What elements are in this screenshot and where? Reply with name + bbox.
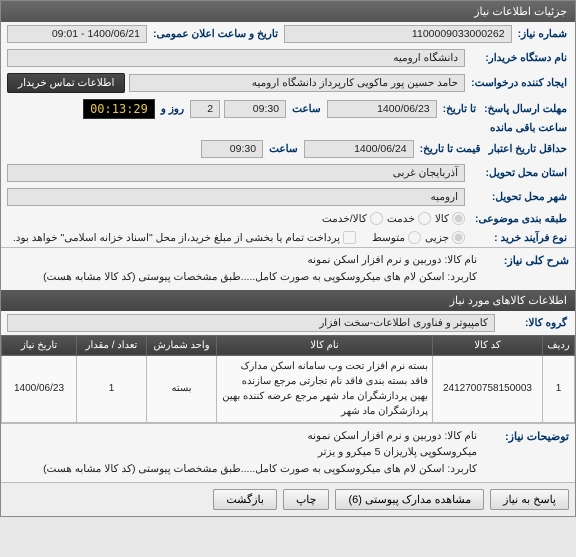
cell-code: 2412700758150003 xyxy=(433,355,543,422)
col-name: نام کالا xyxy=(217,335,433,355)
row-credit: حداقل تاریخ اعتبار قیمت تا تاریخ: 1400/0… xyxy=(1,137,575,161)
need-no-value: 1100009033000262 xyxy=(284,25,512,43)
col-date: تاریخ نیاز xyxy=(2,335,77,355)
credit-label: حداقل تاریخ اعتبار xyxy=(487,143,569,155)
process-med-text: متوسط xyxy=(372,232,405,244)
process-low-radio[interactable]: جزیی xyxy=(425,231,465,244)
group-value: کامپیوتر و فناوری اطلاعات-سخت افزار xyxy=(7,314,495,332)
cat-both-radio[interactable]: کالا/خدمت xyxy=(322,212,383,225)
row-province: استان محل تحویل: آذربایجان غربی xyxy=(1,161,575,185)
announce-label: تاریخ و ساعت اعلان عمومی: xyxy=(151,28,280,40)
row-deadline: مهلت ارسال پاسخ: تا تاریخ: 1400/06/23 سا… xyxy=(1,96,575,137)
need-notes-line3: کاربرد: اسکن لام های میکروسکوپی به صورت … xyxy=(9,461,477,478)
back-button[interactable]: بازگشت xyxy=(213,489,277,510)
row-requester: ایجاد کننده درخواست: حامد حسین پور ماکوی… xyxy=(1,70,575,96)
org-label: نام دستگاه خریدار: xyxy=(469,52,569,64)
deadline-date: 1400/06/23 xyxy=(327,100,437,118)
need-notes-line2: میکروسکوپی پلاریزان 5 میکرو و یزتر xyxy=(9,444,477,461)
payment-note-text: پرداخت تمام یا بخشی از مبلغ خرید،از محل … xyxy=(13,232,340,244)
row-need-no: شماره نیاز: 1100009033000262 تاریخ و ساع… xyxy=(1,22,575,46)
province-value: آذربایجان غربی xyxy=(7,164,465,182)
col-row: ردیف xyxy=(543,335,575,355)
need-notes-label: توضیحات نیاز: xyxy=(485,424,575,482)
print-button[interactable]: چاپ xyxy=(283,489,330,510)
time-label-1: ساعت xyxy=(290,103,323,115)
row-group: گروه کالا: کامپیوتر و فناوری اطلاعات-سخت… xyxy=(1,311,575,335)
deadline-label: مهلت ارسال پاسخ: xyxy=(482,103,569,115)
items-header: اطلاعات کالاهای مورد نیاز xyxy=(1,290,575,311)
subject-cat-label: طبقه بندی موضوعی: xyxy=(469,213,569,225)
col-unit: واحد شمارش xyxy=(147,335,217,355)
payment-check[interactable]: پرداخت تمام یا بخشی از مبلغ خرید،از محل … xyxy=(13,231,356,244)
requester-label: ایجاد کننده درخواست: xyxy=(469,77,569,89)
cell-row: 1 xyxy=(543,355,575,422)
deadline-time: 09:30 xyxy=(224,100,286,118)
col-code: کد کالا xyxy=(433,335,543,355)
col-qty: تعداد / مقدار xyxy=(77,335,147,355)
countdown-timer: 00:13:29 xyxy=(83,99,155,119)
reply-button[interactable]: پاسخ به نیاز xyxy=(490,489,569,510)
table-row[interactable]: 1 2412700758150003 بسته نرم افزار تحت وب… xyxy=(2,355,575,422)
docs-button[interactable]: مشاهده مدارک پیوستی (6) xyxy=(335,489,484,510)
footer-bar: پاسخ به نیاز مشاهده مدارک پیوستی (6) چاپ… xyxy=(1,482,575,516)
process-low-text: جزیی xyxy=(425,232,449,244)
row-process: نوع فرآیند خرید : جزیی متوسط پرداخت تمام… xyxy=(1,228,575,247)
process-med-radio[interactable]: متوسط xyxy=(372,231,421,244)
items-table: ردیف کد کالا نام کالا واحد شمارش تعداد /… xyxy=(1,335,575,423)
cat-goods-text: کالا xyxy=(435,213,449,225)
credit-until-label: قیمت تا تاریخ: xyxy=(418,143,483,155)
city-label: شهر محل تحویل: xyxy=(469,191,569,203)
need-desc-block: شرح کلی نیاز: نام کالا: دوربین و نرم افز… xyxy=(1,247,575,290)
days-value: 2 xyxy=(190,100,220,118)
cat-service-text: خدمت xyxy=(387,213,415,225)
need-desc-line1: نام کالا: دوربین و نرم افزار اسکن نمونه xyxy=(9,252,477,269)
org-value: دانشگاه ارومیه xyxy=(7,49,465,67)
credit-time: 09:30 xyxy=(201,140,263,158)
row-org: نام دستگاه خریدار: دانشگاه ارومیه xyxy=(1,46,575,70)
city-value: ارومیه xyxy=(7,188,465,206)
need-desc-label: شرح کلی نیاز: xyxy=(485,248,575,290)
row-city: شهر محل تحویل: ارومیه xyxy=(1,185,575,209)
day-label: روز و xyxy=(159,103,186,115)
row-subject-cat: طبقه بندی موضوعی: کالا خدمت کالا/خدمت xyxy=(1,209,575,228)
panel-title: جزئیات اطلاعات نیاز xyxy=(1,1,575,22)
province-label: استان محل تحویل: xyxy=(469,167,569,179)
cell-qty: 1 xyxy=(77,355,147,422)
main-panel: جزئیات اطلاعات نیاز شماره نیاز: 11000090… xyxy=(0,0,576,517)
cat-service-radio[interactable]: خدمت xyxy=(387,212,431,225)
time-label-2: ساعت xyxy=(267,143,300,155)
cell-unit: بسته xyxy=(147,355,217,422)
requester-value: حامد حسین پور ماکویی کارپرداز دانشگاه ار… xyxy=(129,74,465,92)
group-label: گروه کالا: xyxy=(499,317,569,329)
cat-both-text: کالا/خدمت xyxy=(322,213,367,225)
announce-value: 1400/06/21 - 09:01 xyxy=(7,25,147,43)
need-notes-block: توضیحات نیاز: نام کالا: دوربین و نرم افز… xyxy=(1,423,575,482)
need-no-label: شماره نیاز: xyxy=(516,28,569,40)
cell-date: 1400/06/23 xyxy=(2,355,77,422)
remaining-label: ساعت باقی مانده xyxy=(488,122,569,134)
cat-goods-radio[interactable]: کالا xyxy=(435,212,465,225)
need-notes-line1: نام کالا: دوربین و نرم افزار اسکن نمونه xyxy=(9,428,477,445)
process-label: نوع فرآیند خرید : xyxy=(469,232,569,244)
credit-date: 1400/06/24 xyxy=(304,140,414,158)
until-label: تا تاریخ: xyxy=(441,103,478,115)
cell-name: بسته نرم افزار تحت وب سامانه اسکن مدارک … xyxy=(217,355,433,422)
contact-button[interactable]: اطلاعات تماس خریدار xyxy=(7,73,125,93)
need-desc-line2: کاربرد: اسکن لام های میکروسکوپی به صورت … xyxy=(9,269,477,286)
